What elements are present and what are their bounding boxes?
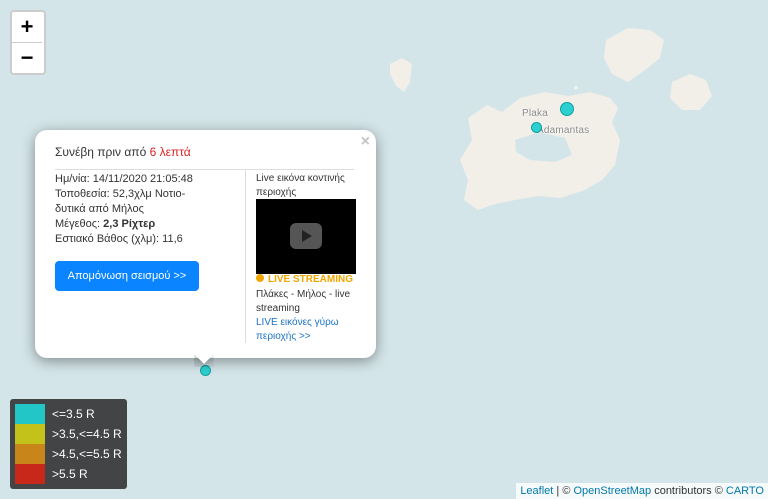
osm-link[interactable]: OpenStreetMap: [573, 485, 651, 497]
live-streaming-text: LIVE STREAMING: [268, 274, 354, 285]
legend-row: >5.5 R: [15, 464, 125, 484]
legend-row: <=3.5 R: [15, 404, 125, 424]
legend-label: >5.5 R: [52, 467, 88, 481]
vertical-divider: [245, 170, 246, 343]
earthquake-marker[interactable]: [531, 122, 542, 133]
nearby-live-images-link[interactable]: LIVE εικόνες γύρω περιοχής >>: [256, 316, 361, 344]
leaflet-link[interactable]: Leaflet: [520, 485, 553, 497]
popup-header: Συνέβη πριν από 6 λεπτά: [55, 145, 191, 159]
place-label-adamantas: Adamantas: [537, 125, 590, 136]
attribution-contributors: contributors ©: [651, 485, 726, 497]
cam-title: Πλάκες - Μήλος - live streaming: [256, 289, 351, 314]
attribution-sep: | ©: [553, 485, 574, 497]
carto-link[interactable]: CARTO: [726, 485, 764, 497]
legend-label: <=3.5 R: [52, 407, 95, 421]
location-field-line1: Τοποθεσία: 52,3χλμ Νοτιο-: [55, 188, 186, 200]
popup-tip: [194, 355, 214, 367]
zoom-in-button[interactable]: +: [12, 12, 42, 42]
legend-swatch: [15, 464, 45, 484]
live-video-thumbnail[interactable]: [256, 199, 356, 274]
divider: [55, 169, 354, 170]
legend-swatch: [15, 444, 45, 464]
magnitude-label: Μέγεθος:: [55, 218, 101, 230]
popup-header-prefix: Συνέβη πριν από: [55, 145, 147, 159]
cam-heading: Live εικόνα κοντινής περιοχής: [256, 173, 345, 198]
magnitude-value: 2,3 Ρίχτερ: [103, 218, 156, 230]
legend-label: >3.5,<=4.5 R: [52, 427, 122, 441]
date-field: Ημ/νία: 14/11/2020 21:05:48: [55, 173, 193, 185]
legend-row: >3.5,<=4.5 R: [15, 424, 125, 444]
live-dot-icon: [256, 274, 264, 282]
legend-swatch: [15, 404, 45, 424]
legend-swatch: [15, 424, 45, 444]
play-icon[interactable]: [290, 223, 322, 249]
depth-field: Εστιακό Βάθος (χλμ): 11,6: [55, 233, 183, 245]
zoom-out-button[interactable]: −: [12, 42, 42, 73]
time-ago: 6 λεπτά: [149, 145, 191, 159]
location-field-line2: δυτικά από Μήλος: [55, 203, 144, 215]
magnitude-field: Μέγεθος: 2,3 Ρίχτερ: [55, 217, 235, 232]
magnitude-legend: <=3.5 R >3.5,<=4.5 R >4.5,<=5.5 R >5.5 R: [10, 399, 127, 489]
zoom-control: + −: [10, 10, 46, 75]
close-icon[interactable]: ×: [361, 133, 370, 151]
live-streaming-label: LIVE STREAMING: [256, 274, 353, 285]
legend-label: >4.5,<=5.5 R: [52, 447, 122, 461]
earthquake-marker[interactable]: [560, 102, 574, 116]
map-attribution: Leaflet | © OpenStreetMap contributors ©…: [516, 483, 768, 499]
earthquake-popup: × Συνέβη πριν από 6 λεπτά Ημ/νία: 14/11/…: [35, 130, 376, 358]
legend-row: >4.5,<=5.5 R: [15, 444, 125, 464]
earthquake-details: Ημ/νία: 14/11/2020 21:05:48 Τοποθεσία: 5…: [55, 172, 235, 247]
isolate-earthquake-button[interactable]: Απομόνωση σεισμού >>: [55, 261, 199, 291]
place-label-plaka: Plaka: [522, 108, 549, 119]
